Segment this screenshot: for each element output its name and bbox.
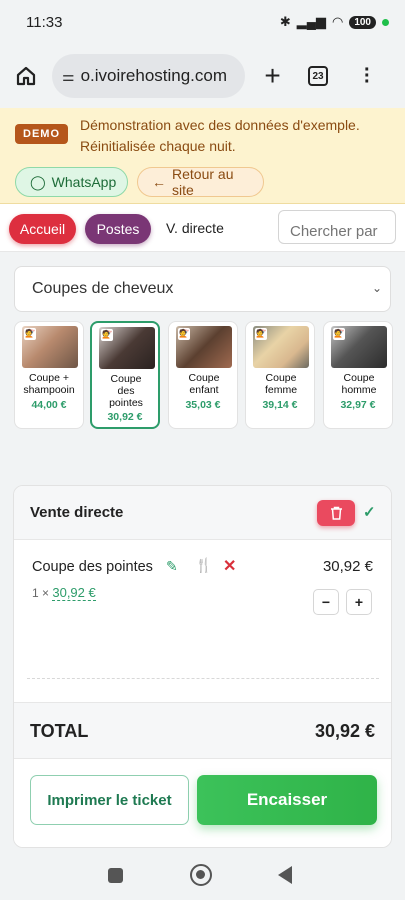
whatsapp-icon: ◯ <box>30 173 46 190</box>
pencil-icon[interactable]: ✎ <box>166 558 178 575</box>
product-card[interactable]: 💇 Coupe + shampooin 44,00 € <box>14 321 84 429</box>
demo-message-line1: Démonstration avec des données d'exemple… <box>80 117 360 133</box>
sale-actions: Imprimer le ticket Encaisser <box>14 758 391 847</box>
url-text: o.ivoirehosting.com <box>80 66 228 85</box>
demo-message: Démonstration avec des données d'exemple… <box>80 115 380 157</box>
unit-price-editable[interactable]: 30,92 € <box>52 585 96 601</box>
nav-vente-directe-tab[interactable]: V. directe <box>166 220 224 236</box>
back-to-site-button[interactable]: ← Retour au site <box>137 166 264 198</box>
chevron-down-icon: ⌄ <box>371 281 382 295</box>
sale-panel-title: Vente directe <box>30 504 124 521</box>
line-item-name: Coupe des pointes <box>32 559 153 575</box>
back-triangle-icon[interactable] <box>278 866 292 884</box>
product-category-icon: 💇 <box>178 328 190 340</box>
demo-message-line2: Réinitialisée chaque nuit. <box>80 138 236 154</box>
product-category-icon: 💇 <box>333 328 345 340</box>
product-card-selected[interactable]: 💇 Coupe des pointes 30,92 € <box>90 321 160 429</box>
system-navigation-bar <box>0 852 405 900</box>
category-select[interactable]: Coupes de cheveux ⌄ <box>14 266 391 312</box>
more-menu-icon[interactable]: · · · <box>364 60 371 92</box>
line-item-total: 30,92 € <box>322 558 373 575</box>
browser-toolbar: ⚌ o.ivoirehosting.com + 23 · · · <box>0 44 405 108</box>
total-row: TOTAL 30,92 € <box>14 702 391 758</box>
category-selected-value: Coupes de cheveux <box>32 280 174 297</box>
nav-accueil-button[interactable]: Accueil <box>9 214 76 244</box>
wifi-icon: ◠ <box>331 14 344 29</box>
product-price: 35,03 € <box>185 399 221 411</box>
product-name: Coupe + shampooin <box>23 372 75 396</box>
remove-line-icon[interactable]: ✕ <box>223 556 236 576</box>
clear-cart-button[interactable] <box>317 500 355 526</box>
address-bar[interactable]: ⚌ o.ivoirehosting.com <box>52 54 245 98</box>
product-name: Coupe femme <box>264 372 298 396</box>
fork-knife-icon[interactable]: 🍴 <box>195 557 212 574</box>
home-circle-icon[interactable] <box>190 864 212 886</box>
nav-postes-button[interactable]: Postes <box>85 214 151 244</box>
product-card[interactable]: 💇 Coupe enfant 35,03 € <box>168 321 238 429</box>
sale-panel: Vente directe ✓ Coupe des pointes ✎ 🍴 ✕ … <box>13 485 392 848</box>
sale-panel-header: Vente directe ✓ <box>14 486 391 540</box>
bluetooth-icon: ✱ <box>279 14 291 29</box>
new-tab-icon[interactable]: + <box>245 60 300 92</box>
home-icon[interactable] <box>0 65 52 87</box>
product-search-input[interactable] <box>278 210 396 244</box>
product-name: Coupe des pointes <box>109 373 143 409</box>
whatsapp-button[interactable]: ◯ WhatsApp <box>15 167 128 197</box>
product-category-icon: 💇 <box>255 328 267 340</box>
divider <box>27 678 379 679</box>
cart-line-item: Coupe des pointes ✎ 🍴 ✕ 1 × 30,92 € 30,9… <box>14 541 391 679</box>
battery-indicator: 100 <box>349 15 376 29</box>
clock: 11:33 <box>26 13 63 31</box>
line-item-quantity: 1 × 30,92 € <box>32 585 96 601</box>
total-label: TOTAL <box>30 721 89 741</box>
status-bar: 11:33 ✱ ▂▄▆ ◠ 100 <box>0 0 405 44</box>
product-price: 30,92 € <box>107 411 143 423</box>
product-category-icon: 💇 <box>101 329 113 341</box>
recents-icon[interactable] <box>108 868 123 883</box>
status-icons: ✱ ▂▄▆ ◠ 100 <box>280 14 389 30</box>
product-strip: 💇 Coupe + shampooin 44,00 € 💇 Coupe des … <box>14 321 405 429</box>
product-price: 39,14 € <box>262 399 298 411</box>
product-name: Coupe enfant <box>188 372 220 396</box>
print-ticket-button[interactable]: Imprimer le ticket <box>30 775 189 825</box>
increase-quantity-button[interactable]: + <box>346 589 372 615</box>
signal-icon: ▂▄▆ <box>296 14 326 29</box>
product-name: Coupe homme <box>341 372 377 396</box>
demo-badge: DEMO <box>15 124 68 144</box>
total-value: 30,92 € <box>314 721 375 741</box>
site-settings-icon[interactable]: ⚌ <box>62 68 75 85</box>
arrow-left-icon: ← <box>152 174 166 190</box>
tab-switcher-button[interactable]: 23 <box>308 66 328 86</box>
product-card[interactable]: 💇 Coupe femme 39,14 € <box>245 321 315 429</box>
product-price: 44,00 € <box>31 399 67 411</box>
decrease-quantity-button[interactable]: − <box>313 589 339 615</box>
product-card[interactable]: 💇 Coupe homme 32,97 € <box>323 321 393 429</box>
product-category-icon: 💇 <box>24 328 36 340</box>
product-price: 32,97 € <box>340 399 376 411</box>
checkout-button[interactable]: Encaisser <box>197 775 377 825</box>
quantity-prefix: 1 × <box>32 586 50 600</box>
demo-banner: DEMO Démonstration avec des données d'ex… <box>0 108 405 204</box>
back-to-site-label: Retour au site <box>172 166 234 198</box>
check-icon[interactable]: ✓ <box>363 503 376 521</box>
whatsapp-label: WhatsApp <box>51 174 117 190</box>
privacy-dot-icon <box>382 18 389 26</box>
trash-icon <box>330 506 342 520</box>
